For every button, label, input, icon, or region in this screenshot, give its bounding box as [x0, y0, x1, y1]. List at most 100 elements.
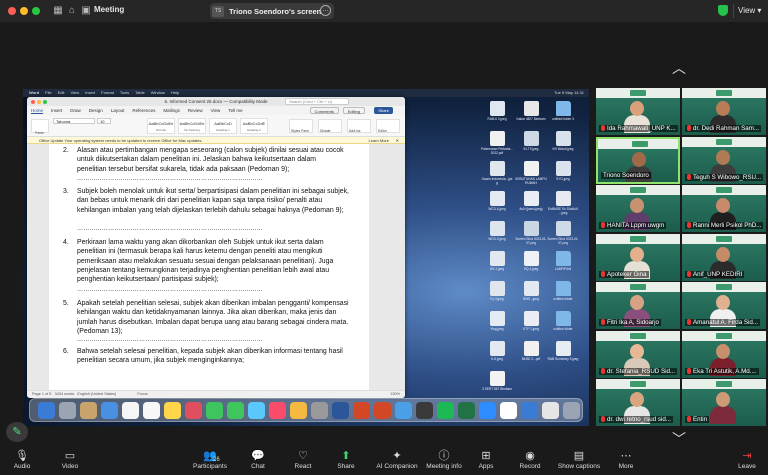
document-paragraph[interactable]: 6. Bahwa setelah selesai penelitian, kepa…	[63, 347, 353, 366]
desktop-file-icon[interactable]: untitled folder 3	[547, 101, 579, 125]
focus-button[interactable]: Focus	[137, 392, 147, 396]
desktop-file-icon[interactable]: AuN (jaaru.jpeg)	[515, 191, 547, 215]
mac-menu-item[interactable]: Insert	[85, 89, 95, 97]
participant-tile[interactable]: Anif_UNP KEDIRI	[682, 233, 766, 281]
fullscreen-window-button[interactable]	[32, 7, 40, 15]
dock-app-icon[interactable]	[542, 402, 559, 419]
participant-tile[interactable]: Amanatul A. Firda Sid...	[682, 282, 766, 329]
word-search-input[interactable]: Search (Cmd + Ctrl + U)	[285, 98, 349, 105]
participant-tile[interactable]: Fitri Ika A, Sidoarjo	[596, 282, 680, 329]
chevron-down-icon[interactable]: ﹀	[669, 432, 689, 446]
desktop-file-icon[interactable]: Kabar 4827 Bimbam	[515, 101, 547, 125]
video-camera-icon[interactable]: ▣	[80, 5, 92, 17]
desktop-file-icon[interactable]: KH Blokdi.jpeg	[547, 131, 579, 155]
desktop-file-icon[interactable]: Pakemaran Perbaha...2022.pdf	[481, 131, 513, 155]
dock-app-icon[interactable]	[458, 402, 475, 419]
word-tab[interactable]: Mailings	[163, 108, 180, 113]
dock-app-icon[interactable]	[395, 402, 412, 419]
comments-button[interactable]: Comments	[309, 107, 339, 114]
mac-menu-item[interactable]: View	[71, 89, 80, 97]
word-tab[interactable]: View	[211, 108, 221, 113]
dock-app-icon[interactable]	[500, 402, 517, 419]
leave-button[interactable]: ⇥ Leave	[727, 450, 767, 470]
apps-button[interactable]: ⊞ Apps	[466, 450, 506, 470]
desktop-file-icon[interactable]: HQ-4.jpeg	[515, 251, 547, 275]
chevron-up-icon[interactable]: ︿	[669, 61, 689, 75]
word-close-button[interactable]	[31, 100, 35, 104]
desktop-file-icon[interactable]: WCD-5.jpeg	[481, 221, 513, 245]
desktop-file-icon[interactable]: untitled folder	[547, 281, 579, 305]
ribbon-tool-button[interactable]: Add-ins	[347, 119, 371, 133]
document-paragraph[interactable]: 3. Subjek boleh menolak untuk ikut serta/…	[63, 187, 351, 215]
participant-tile[interactable]: dr. Dedi Rahman Sam...	[682, 88, 766, 135]
dock-app-icon[interactable]	[332, 402, 349, 419]
participant-tile[interactable]: dr. dwi retno_rsud sid...	[596, 379, 680, 426]
mac-menu-item[interactable]: Tools	[120, 89, 129, 97]
desktop-file-icon[interactable]: Gases Indonesia...jpeg	[481, 161, 513, 185]
dock-app-icon[interactable]	[143, 402, 160, 419]
desktop-file-icon[interactable]: BNG...jpeg	[515, 281, 547, 305]
desktop-file-icon[interactable]: RAB Summary 3.jpeg	[547, 341, 579, 365]
editing-button[interactable]: Editing	[342, 107, 365, 114]
share-screen-button[interactable]: ⬆ Share	[326, 450, 366, 470]
mac-menu-item[interactable]: File	[45, 89, 51, 97]
close-window-button[interactable]	[8, 7, 16, 15]
dock-app-icon[interactable]	[563, 402, 580, 419]
word-tab[interactable]: Design	[89, 108, 103, 113]
desktop-file-icon[interactable]: LAMPIRAN	[547, 251, 579, 275]
ribbon-tool-button[interactable]: Styles Pane	[289, 119, 313, 133]
desktop-file-icon[interactable]: SYG.jpeg	[547, 161, 579, 185]
close-icon[interactable]: ✕	[396, 137, 399, 144]
dock-app-icon[interactable]	[185, 402, 202, 419]
font-name-select[interactable]: Tahoma	[53, 118, 95, 124]
dock-app-icon[interactable]	[353, 402, 370, 419]
mac-menu-item[interactable]: Word	[29, 89, 39, 97]
word-minimize-button[interactable]	[37, 100, 41, 104]
style-gallery-item[interactable]: AaBbCcDdE Heading 2	[240, 118, 268, 134]
desktop-file-icon[interactable]: KH-1.jpeg	[481, 251, 513, 275]
mac-menu-item[interactable]: Window	[151, 89, 165, 97]
dock-app-icon[interactable]	[521, 402, 538, 419]
desktop-file-icon[interactable]: Ying.jpeg	[481, 311, 513, 335]
participant-tile[interactable]: Ranni Merli Psikol PhD...	[682, 185, 766, 232]
word-tab[interactable]: Insert	[51, 108, 62, 113]
document-paragraph[interactable]: 5. Apakah setelah penelitian selesai, sub…	[63, 299, 351, 336]
dock-app-icon[interactable]	[374, 402, 391, 419]
desktop-file-icon[interactable]: Screen Shot 2023-01-07.png	[547, 221, 579, 245]
audio-button[interactable]: 🎙 Audio	[2, 450, 42, 470]
grid-icon[interactable]: ▦	[52, 5, 64, 17]
document-paragraph[interactable]: 4. Perkiraan lama waktu yang akan dikorba…	[63, 238, 353, 284]
desktop-file-icon[interactable]: WCD-6.jpeg	[481, 191, 513, 215]
document-paragraph[interactable]: 2. Alasan atau pertimbangan mengapa seseo…	[63, 146, 347, 174]
word-tab[interactable]: Draw	[70, 108, 81, 113]
desktop-file-icon[interactable]: untitled folder	[547, 311, 579, 335]
shared-screen-tab[interactable]: TS Triono Soendoro's screen	[210, 3, 334, 19]
dock-app-icon[interactable]	[311, 402, 328, 419]
view-menu-button[interactable]: View ▾	[733, 4, 765, 18]
word-tab[interactable]: References	[132, 108, 155, 113]
participant-tile[interactable]: Teguh S Wibowo_RSU...	[682, 136, 766, 184]
dock-app-icon[interactable]	[248, 402, 265, 419]
desktop-file-icon[interactable]: EuNMSE Sn Shulki.6 ...jpeg	[547, 191, 579, 215]
mac-menu-item[interactable]: Help	[171, 89, 179, 97]
desktop-file-icon[interactable]: IN-T9.jpeg	[515, 131, 547, 155]
language-indicator[interactable]: English (United States)	[77, 392, 116, 396]
document-page[interactable]: 2. Alasan atau pertimbangan mengapa seseo…	[49, 144, 369, 390]
mac-menu-item[interactable]: Edit	[58, 89, 65, 97]
meeting-info-button[interactable]: ⓘ Meeting info	[422, 450, 466, 470]
word-tab[interactable]: Home	[31, 108, 44, 114]
zoom-level[interactable]: 130%	[390, 391, 400, 398]
participant-tile[interactable]: dr. Stefania_RSUD Sid...	[596, 330, 680, 378]
word-tab[interactable]: Review	[188, 108, 203, 113]
mac-menu-item[interactable]: Format	[101, 89, 114, 97]
dock-app-icon[interactable]	[59, 402, 76, 419]
word-tab[interactable]: Tell me	[228, 108, 242, 113]
dock-app-icon[interactable]	[290, 402, 307, 419]
participant-tile[interactable]: Apoteker Gina	[596, 233, 680, 281]
dock-app-icon[interactable]	[80, 402, 97, 419]
dock-app-icon[interactable]	[122, 402, 139, 419]
desktop-file-icon[interactable]: K-6.jpeg	[481, 341, 513, 365]
desktop-file-icon[interactable]: Fy-3.jpeg	[481, 281, 513, 305]
ribbon-tool-button[interactable]: Editor	[376, 119, 400, 133]
word-zoom-button[interactable]	[43, 100, 47, 104]
